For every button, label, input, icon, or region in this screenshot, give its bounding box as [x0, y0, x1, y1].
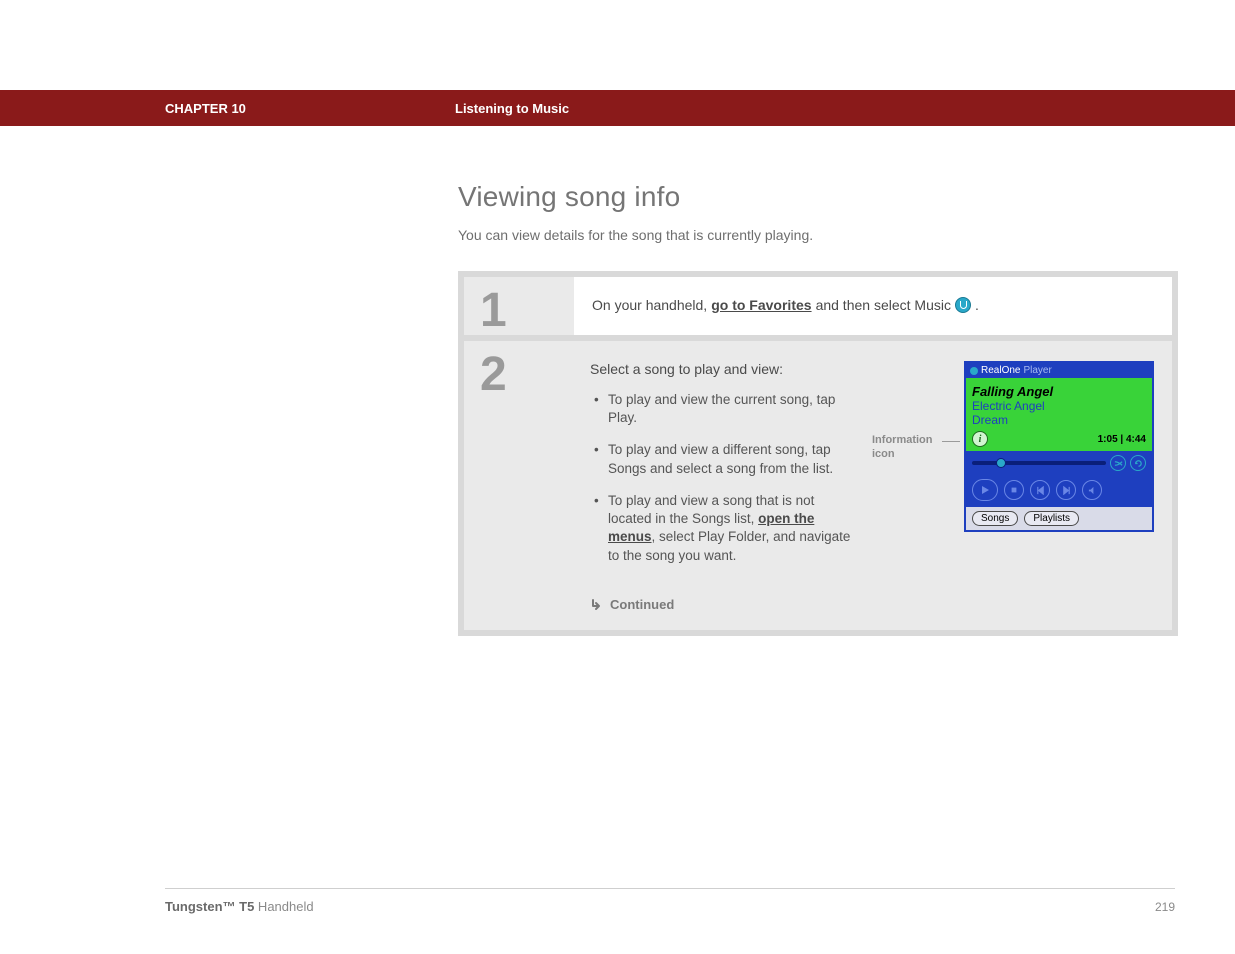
chapter-header-bar: CHAPTER 10 Listening to Music: [0, 90, 1235, 126]
information-icon-callout: Information icon: [872, 361, 952, 579]
player-app-name-2: Player: [1023, 365, 1051, 376]
product-name-rest: Handheld: [254, 899, 313, 914]
callout-leader-line: [942, 441, 960, 442]
step-2-bullet-3: To play and view a song that is not loca…: [594, 492, 860, 565]
player-logo-icon: [970, 367, 978, 375]
step-2: 2 Select a song to play and view: To pla…: [464, 341, 1172, 630]
information-icon[interactable]: i: [972, 431, 988, 447]
repeat-icon[interactable]: [1130, 455, 1146, 471]
step-1-post: and then select Music: [816, 297, 951, 313]
section-title: Listening to Music: [455, 101, 569, 116]
playlists-tab[interactable]: Playlists: [1024, 511, 1079, 526]
callout-line-2: icon: [872, 447, 952, 461]
page-footer: Tungsten™ T5 Handheld 219: [165, 888, 1175, 914]
player-controls-row: [966, 475, 1152, 507]
content-column: Viewing song info You can view details f…: [458, 181, 1175, 636]
realone-player-screenshot: RealOne Player Falling Angel Electric An…: [964, 361, 1154, 532]
step-1-dot: .: [975, 297, 979, 313]
shuffle-icon[interactable]: [1110, 455, 1126, 471]
player-app-name-1: RealOne: [981, 365, 1020, 376]
step-1-number-cell: 1: [464, 277, 574, 335]
page-title: Viewing song info: [458, 181, 1175, 213]
songs-tab[interactable]: Songs: [972, 511, 1018, 526]
step-2-layout: Select a song to play and view: To play …: [590, 361, 1154, 579]
player-progress-thumb[interactable]: [996, 458, 1006, 468]
top-margin: [0, 0, 1235, 90]
step-2-number: 2: [480, 351, 507, 399]
player-info-row: i 1:05 | 4:44: [972, 431, 1146, 447]
play-button[interactable]: [972, 479, 998, 501]
player-tabs-row: Songs Playlists: [966, 507, 1152, 530]
go-to-favorites-link[interactable]: go to Favorites: [711, 297, 811, 313]
next-track-button[interactable]: [1056, 480, 1076, 500]
volume-button[interactable]: [1082, 480, 1102, 500]
player-progress-track[interactable]: [972, 461, 1106, 465]
step-2-body: Select a song to play and view: To play …: [572, 341, 1172, 630]
step-1-body: On your handheld, go to Favorites and th…: [574, 277, 1172, 335]
step-2-bullets: To play and view the current song, tap P…: [590, 391, 860, 565]
step-2-number-cell: 2: [464, 341, 572, 630]
player-artist: Electric Angel: [972, 399, 1146, 413]
main-content: Viewing song info You can view details f…: [0, 126, 1235, 954]
step-2-bullet-2: To play and view a different song, tap S…: [594, 441, 860, 477]
player-now-playing-panel: Falling Angel Electric Angel Dream i 1:0…: [966, 378, 1152, 451]
step-2-lead: Select a song to play and view:: [590, 361, 860, 377]
chapter-label: CHAPTER 10: [165, 101, 455, 116]
stop-button[interactable]: [1004, 480, 1024, 500]
step-2-bullet-1: To play and view the current song, tap P…: [594, 391, 860, 427]
page: CHAPTER 10 Listening to Music Viewing so…: [0, 0, 1235, 954]
player-song-title: Falling Angel: [972, 384, 1146, 399]
footer-divider: [165, 888, 1175, 889]
step-2-text: Select a song to play and view: To play …: [590, 361, 860, 579]
product-name: Tungsten™ T5 Handheld: [165, 899, 314, 914]
step-1: 1 On your handheld, go to Favorites and …: [464, 277, 1172, 335]
footer-row: Tungsten™ T5 Handheld 219: [165, 899, 1175, 914]
player-album: Dream: [972, 413, 1146, 427]
callout-line-1: Information: [872, 433, 952, 447]
player-time: 1:05 | 4:44: [1098, 434, 1146, 445]
step-1-number: 1: [480, 287, 507, 335]
product-name-bold: Tungsten™ T5: [165, 899, 254, 914]
player-titlebar: RealOne Player: [966, 363, 1152, 378]
step-1-text-row: On your handheld, go to Favorites and th…: [592, 297, 1154, 313]
music-icon: [955, 297, 971, 313]
intro-text: You can view details for the song that i…: [458, 227, 1175, 243]
player-progress-row: [966, 451, 1152, 475]
steps-container: 1 On your handheld, go to Favorites and …: [458, 271, 1178, 636]
page-number: 219: [1155, 900, 1175, 914]
continued-indicator: Continued: [590, 597, 1154, 612]
previous-track-button[interactable]: [1030, 480, 1050, 500]
continued-arrow-icon: [590, 597, 604, 611]
continued-label: Continued: [610, 597, 674, 612]
step-1-pre: On your handheld,: [592, 297, 707, 313]
